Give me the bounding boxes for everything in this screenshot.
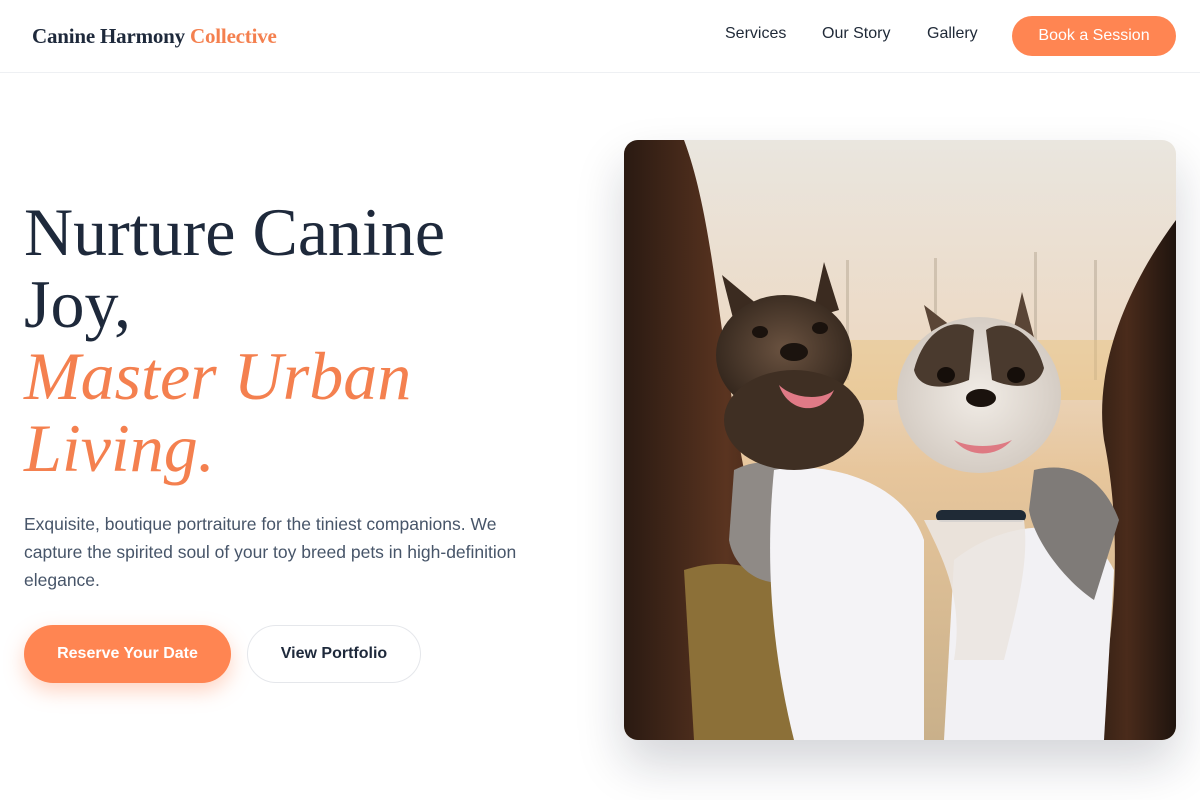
headline-line-1: Nurture Canine	[24, 194, 446, 270]
headline-accent-line-1: Master Urban	[24, 338, 412, 414]
view-portfolio-button[interactable]: View Portfolio	[247, 625, 421, 683]
nav-item-our-story[interactable]: Our Story	[822, 25, 890, 43]
hero-description: Exquisite, boutique portraiture for the …	[24, 514, 517, 590]
nav-item-services[interactable]: Services	[725, 25, 786, 43]
brand-name-accent: Collective	[190, 24, 277, 48]
headline-accent-line-2: Living.	[24, 410, 215, 486]
book-session-button[interactable]: Book a Session	[1012, 16, 1176, 56]
site-header: Canine Harmony Collective Services Our S…	[0, 0, 1200, 73]
dogs-photo-illustration	[624, 140, 1176, 740]
hero-headline: Nurture Canine Joy, Master Urban Living.	[24, 196, 584, 484]
reserve-date-button[interactable]: Reserve Your Date	[24, 625, 231, 683]
hero-photo	[624, 140, 1176, 740]
headline-line-2: Joy,	[24, 266, 132, 342]
brand-logo[interactable]: Canine Harmony Collective	[32, 24, 277, 49]
brand-name-primary: Canine Harmony	[32, 24, 185, 48]
nav-item-gallery[interactable]: Gallery	[927, 25, 978, 43]
